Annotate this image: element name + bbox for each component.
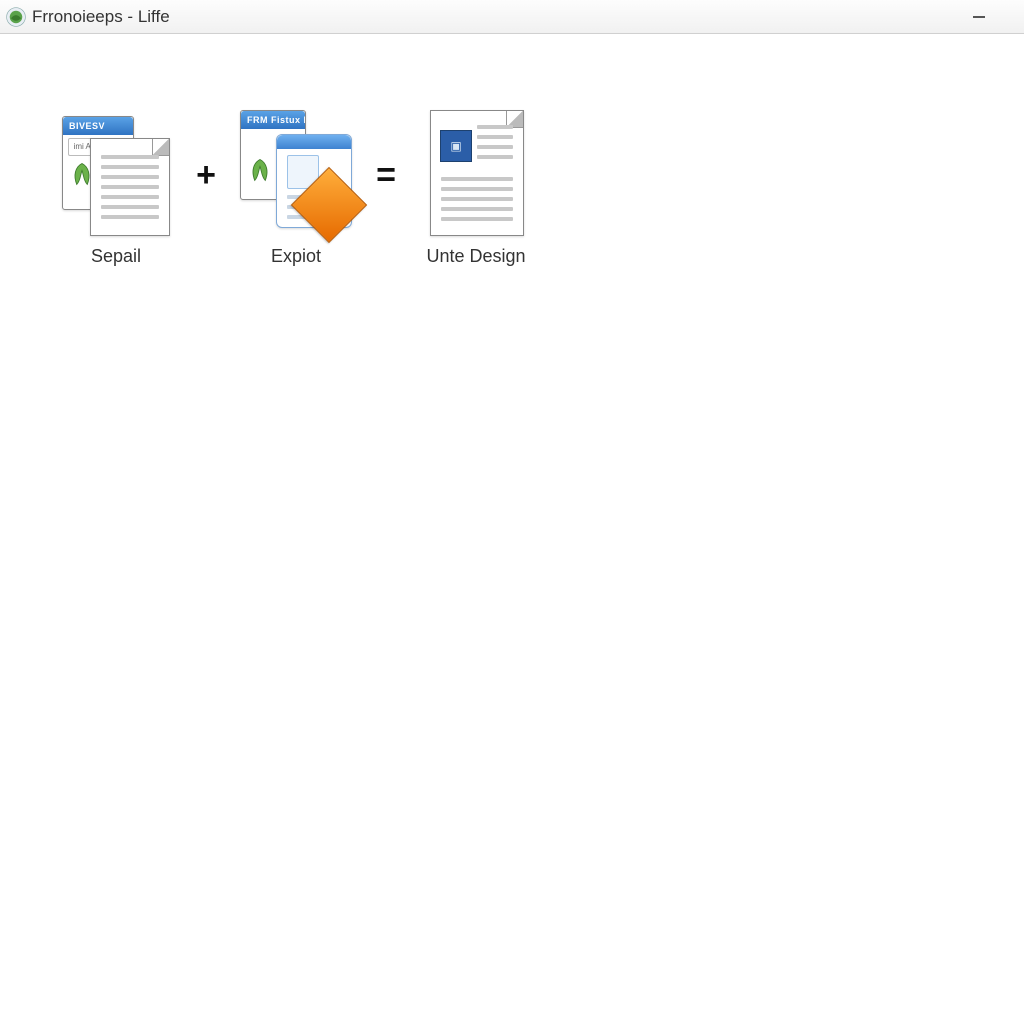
sepail-icon: BIVESV imi ASal — [56, 110, 176, 240]
document-icon — [90, 138, 170, 236]
minimize-button[interactable] — [968, 8, 990, 26]
tile-header: FRM Fistux I.le — [241, 111, 305, 129]
plus-operator: + — [186, 110, 226, 240]
tile-unte-design[interactable]: ▣ Unte Design — [406, 110, 546, 267]
leaf-icon — [246, 156, 274, 184]
tile-label: Unte Design — [426, 246, 525, 267]
window-controls — [968, 8, 1018, 26]
document-icon — [430, 110, 524, 236]
window-title: Frronoieeps - Liffe — [32, 7, 968, 27]
workflow-row: BIVESV imi ASal Sepail + — [46, 110, 546, 267]
tile-header: BIVESV — [63, 117, 133, 135]
app-icon — [6, 7, 26, 27]
expiot-icon: FRM Fistux I.le — [236, 110, 356, 240]
tile-label: Sepail — [91, 246, 141, 267]
title-bar: Frronoieeps - Liffe — [0, 0, 1024, 34]
tile-expiot[interactable]: FRM Fistux I.le Expiot — [226, 110, 366, 267]
maximize-button[interactable] — [996, 8, 1018, 26]
content-area: BIVESV imi ASal Sepail + — [0, 34, 1024, 1024]
app-badge-icon: ▣ — [440, 130, 472, 162]
tile-label: Expiot — [271, 246, 321, 267]
equals-operator: = — [366, 110, 406, 240]
unte-design-icon: ▣ — [416, 110, 536, 240]
tile-sepail[interactable]: BIVESV imi ASal Sepail — [46, 110, 186, 267]
